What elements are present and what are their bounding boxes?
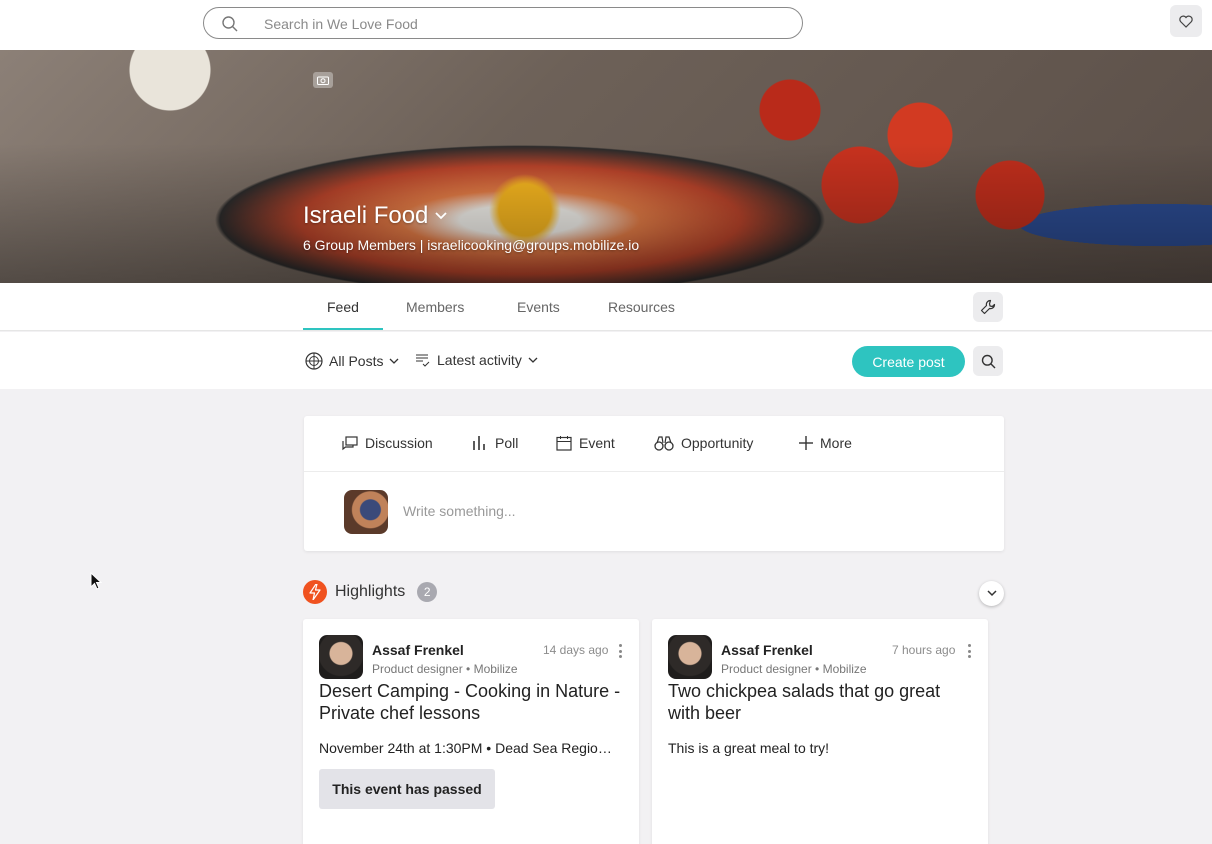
post-type-more[interactable]: More: [799, 435, 852, 451]
chevron-down-icon: [986, 590, 997, 597]
poll-icon: [473, 436, 485, 450]
post-type-label: More: [820, 435, 852, 451]
search-input[interactable]: [264, 14, 784, 34]
chevron-down-icon: [435, 212, 448, 220]
post-title[interactable]: Desert Camping - Cooking in Nature - Pri…: [319, 680, 624, 724]
globe-icon: [305, 352, 323, 370]
author-avatar[interactable]: [668, 635, 712, 679]
group-subtitle: 6 Group Members | israelicooking@groups.…: [303, 237, 640, 253]
group-title[interactable]: Israeli Food: [303, 202, 448, 230]
search-icon: [222, 16, 238, 32]
author-name[interactable]: Assaf Frenkel: [372, 642, 464, 658]
post-title[interactable]: Two chickpea salads that go great with b…: [668, 680, 973, 724]
group-cover-image: Israeli Food 6 Group Members | israelico…: [0, 50, 1212, 283]
group-name: Israeli Food: [303, 202, 429, 229]
post-body: This is a great meal to try!: [668, 740, 830, 756]
highlight-card[interactable]: Assaf Frenkel Product designer • Mobiliz…: [303, 619, 639, 844]
post-type-label: Event: [579, 435, 615, 451]
tab-resources[interactable]: Resources: [608, 299, 675, 315]
post-filter-label: All Posts: [329, 353, 384, 369]
create-post-button[interactable]: Create post: [852, 346, 965, 377]
post-type-bar: Discussion Poll Event Opportunity More: [304, 416, 1004, 472]
global-search[interactable]: [203, 7, 803, 39]
sort-list-icon: [416, 354, 430, 367]
post-type-discussion[interactable]: Discussion: [342, 435, 433, 451]
post-type-opportunity[interactable]: Opportunity: [654, 435, 753, 451]
feed-search-button[interactable]: [973, 346, 1003, 376]
post-time: 14 days ago: [543, 643, 609, 657]
wrench-icon: [980, 299, 996, 315]
favorite-button[interactable]: [1170, 5, 1202, 37]
tab-members[interactable]: Members: [406, 299, 464, 315]
more-options-icon[interactable]: [967, 644, 971, 658]
discussion-icon: [342, 435, 358, 450]
author-name[interactable]: Assaf Frenkel: [721, 642, 813, 658]
collapse-highlights-button[interactable]: [979, 581, 1004, 606]
tab-feed[interactable]: Feed: [327, 299, 359, 315]
highlight-card[interactable]: Assaf Frenkel Product designer • Mobiliz…: [652, 619, 988, 844]
highlights-title: Highlights: [335, 583, 406, 600]
more-options-icon[interactable]: [618, 644, 622, 658]
feed-filter-bar: All Posts Latest activity Create post: [0, 332, 1212, 389]
post-type-label: Poll: [495, 435, 519, 451]
event-status-badge: This event has passed: [319, 769, 495, 809]
post-composer: Discussion Poll Event Opportunity More W…: [304, 416, 1004, 551]
bolt-icon: [303, 580, 327, 604]
post-type-label: Opportunity: [681, 435, 754, 451]
tab-events[interactable]: Events: [517, 299, 560, 315]
post-time: 7 hours ago: [892, 643, 956, 657]
top-bar: [0, 0, 1212, 50]
camera-icon: [317, 76, 329, 85]
author-role: Product designer • Mobilize: [721, 662, 867, 676]
active-tab-indicator: [303, 328, 383, 330]
event-details: November 24th at 1:30PM • Dead Sea Regio…: [319, 740, 619, 756]
plus-icon: [799, 436, 813, 450]
post-type-poll[interactable]: Poll: [472, 435, 518, 451]
group-tabs: Feed Members Events Resources: [0, 283, 1212, 331]
write-something-input[interactable]: Write something...: [403, 503, 516, 519]
highlights-header: Highlights 2: [303, 580, 438, 604]
mouse-cursor-icon: [90, 572, 102, 590]
group-settings-button[interactable]: [973, 292, 1003, 322]
binoculars-icon: [654, 435, 674, 451]
change-cover-button[interactable]: [313, 72, 333, 88]
search-icon: [981, 354, 995, 368]
sort-label: Latest activity: [437, 352, 522, 368]
current-user-avatar: [344, 490, 388, 534]
calendar-icon: [556, 436, 572, 451]
heart-icon: [1179, 15, 1193, 28]
chevron-down-icon: [528, 357, 538, 363]
post-type-event[interactable]: Event: [556, 435, 615, 451]
author-role: Product designer • Mobilize: [372, 662, 518, 676]
chevron-down-icon: [390, 358, 399, 364]
post-filter-dropdown[interactable]: All Posts: [305, 352, 399, 370]
highlights-count-badge: 2: [417, 582, 438, 602]
author-avatar[interactable]: [319, 635, 363, 679]
post-type-label: Discussion: [365, 435, 433, 451]
sort-dropdown[interactable]: Latest activity: [415, 352, 538, 368]
